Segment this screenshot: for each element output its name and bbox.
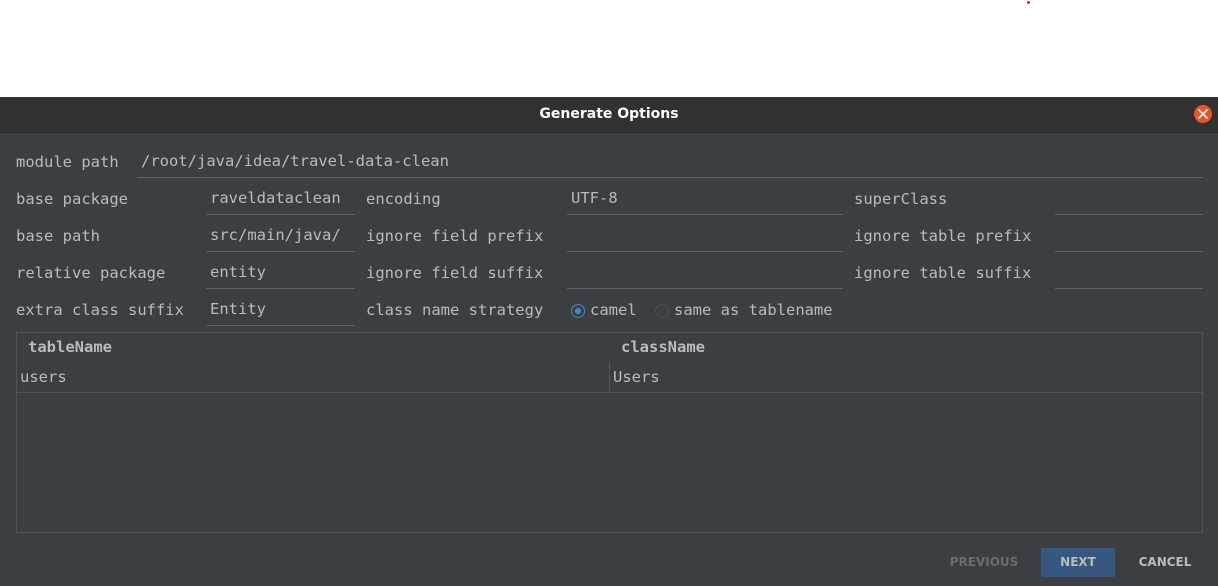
extra-class-suffix-label: extra class suffix (16, 301, 184, 319)
encoding-field[interactable]: UTF-8 (567, 183, 843, 215)
radio-selected-icon[interactable] (571, 304, 585, 318)
close-button[interactable] (1194, 105, 1212, 123)
cancel-button[interactable]: CANCEL (1130, 548, 1200, 577)
generate-options-dialog: Generate Options module path /root/java/… (0, 97, 1218, 586)
ignore-field-suffix-label: ignore field suffix (366, 264, 544, 282)
relative-package-label: relative package (16, 264, 166, 282)
ignore-table-suffix-field[interactable] (1055, 257, 1203, 289)
column-divider (609, 362, 610, 392)
base-path-field[interactable]: src/main/java/ (206, 220, 355, 252)
next-button[interactable]: NEXT (1041, 548, 1115, 577)
base-path-label: base path (16, 227, 100, 245)
radio-same-as-tablename-label[interactable]: same as tablename (674, 301, 833, 319)
cell-tablename[interactable]: users (20, 362, 67, 392)
radio-unselected-icon[interactable] (655, 304, 669, 318)
dialog-title: Generate Options (539, 106, 679, 122)
table-mapping[interactable]: tableName className users Users (16, 332, 1203, 533)
close-icon (1198, 109, 1208, 119)
ignore-field-prefix-field[interactable] (567, 220, 843, 252)
relative-package-field[interactable]: entity (206, 257, 355, 289)
ignore-table-prefix-label: ignore table prefix (854, 227, 1032, 245)
class-name-strategy-label: class name strategy (366, 301, 544, 319)
encoding-label: encoding (366, 190, 441, 208)
ignore-table-suffix-label: ignore table suffix (854, 264, 1032, 282)
superclass-field[interactable] (1055, 183, 1203, 215)
module-path-field[interactable]: /root/java/idea/travel-data-clean (137, 146, 1203, 178)
ignore-field-prefix-label: ignore field prefix (366, 227, 544, 245)
title-bar: Generate Options (0, 97, 1218, 133)
cell-classname[interactable]: Users (613, 362, 660, 392)
decorative-dot (1027, 1, 1030, 4)
ignore-table-prefix-field[interactable] (1055, 220, 1203, 252)
previous-button[interactable]: PREVIOUS (944, 548, 1024, 577)
column-header-classname[interactable]: className (621, 333, 705, 361)
column-header-tablename[interactable]: tableName (28, 333, 112, 361)
radio-camel-label[interactable]: camel (590, 301, 637, 319)
extra-class-suffix-field[interactable]: Entity (206, 294, 355, 326)
ignore-field-suffix-field[interactable] (567, 257, 843, 289)
base-package-field[interactable]: raveldataclean (206, 183, 355, 215)
superclass-label: superClass (854, 190, 948, 208)
base-package-label: base package (16, 190, 128, 208)
module-path-label: module path (16, 153, 119, 171)
